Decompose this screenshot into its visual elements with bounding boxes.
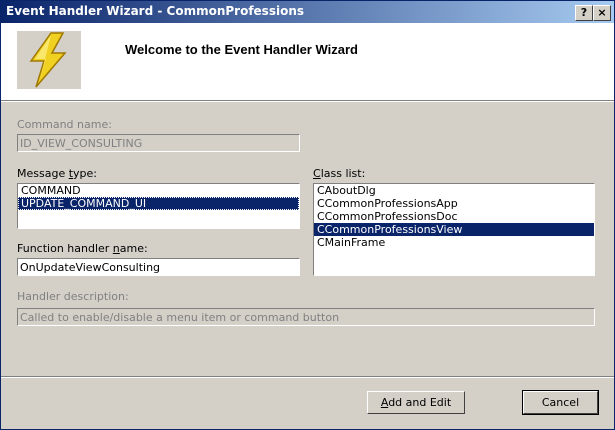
cancel-button[interactable]: Cancel xyxy=(522,390,599,415)
title-bar[interactable]: Event Handler Wizard - CommonProfessions… xyxy=(1,1,614,23)
welcome-heading: Welcome to the Event Handler Wizard xyxy=(125,42,358,57)
footer-divider xyxy=(1,376,614,378)
add-and-edit-button[interactable]: Add and Edit xyxy=(367,391,465,414)
class-list-item[interactable]: CAboutDlg xyxy=(314,184,594,197)
handler-description-label: Handler description: xyxy=(17,290,129,303)
event-handler-wizard-window: Event Handler Wizard - CommonProfessions… xyxy=(0,0,615,430)
message-type-item[interactable]: COMMAND xyxy=(18,184,299,197)
handler-description-value: Called to enable/disable a menu item or … xyxy=(20,311,340,324)
class-list-item[interactable]: CMainFrame xyxy=(314,236,594,249)
window-title: Event Handler Wizard - CommonProfessions xyxy=(6,4,305,18)
class-list-item[interactable]: CCommonProfessionsApp xyxy=(314,197,594,210)
wizard-header: Welcome to the Event Handler Wizard xyxy=(1,23,614,100)
class-list[interactable]: CAboutDlg CCommonProfessionsApp CCommonP… xyxy=(313,183,595,276)
command-name-field: ID_VIEW_CONSULTING xyxy=(17,134,300,152)
lightning-bolt-icon xyxy=(17,31,81,89)
header-divider xyxy=(1,100,614,102)
handler-description-field: Called to enable/disable a menu item or … xyxy=(17,308,595,326)
function-handler-field[interactable]: OnUpdateViewConsulting xyxy=(17,258,300,276)
message-type-label: Message type: xyxy=(17,167,98,180)
close-button[interactable]: × xyxy=(593,5,611,21)
message-type-item-selected[interactable]: UPDATE_COMMAND_UI xyxy=(18,197,299,210)
function-handler-label: Function handler name: xyxy=(17,242,148,255)
message-type-list[interactable]: COMMAND UPDATE_COMMAND_UI xyxy=(17,183,300,229)
function-handler-value: OnUpdateViewConsulting xyxy=(20,261,161,274)
class-list-item-selected[interactable]: CCommonProfessionsView xyxy=(314,223,594,236)
command-name-label: Command name: xyxy=(17,118,112,131)
class-list-item[interactable]: CCommonProfessionsDoc xyxy=(314,210,594,223)
command-name-value: ID_VIEW_CONSULTING xyxy=(20,137,143,150)
class-list-label: Class list: xyxy=(313,167,366,180)
help-button[interactable]: ? xyxy=(575,5,593,21)
